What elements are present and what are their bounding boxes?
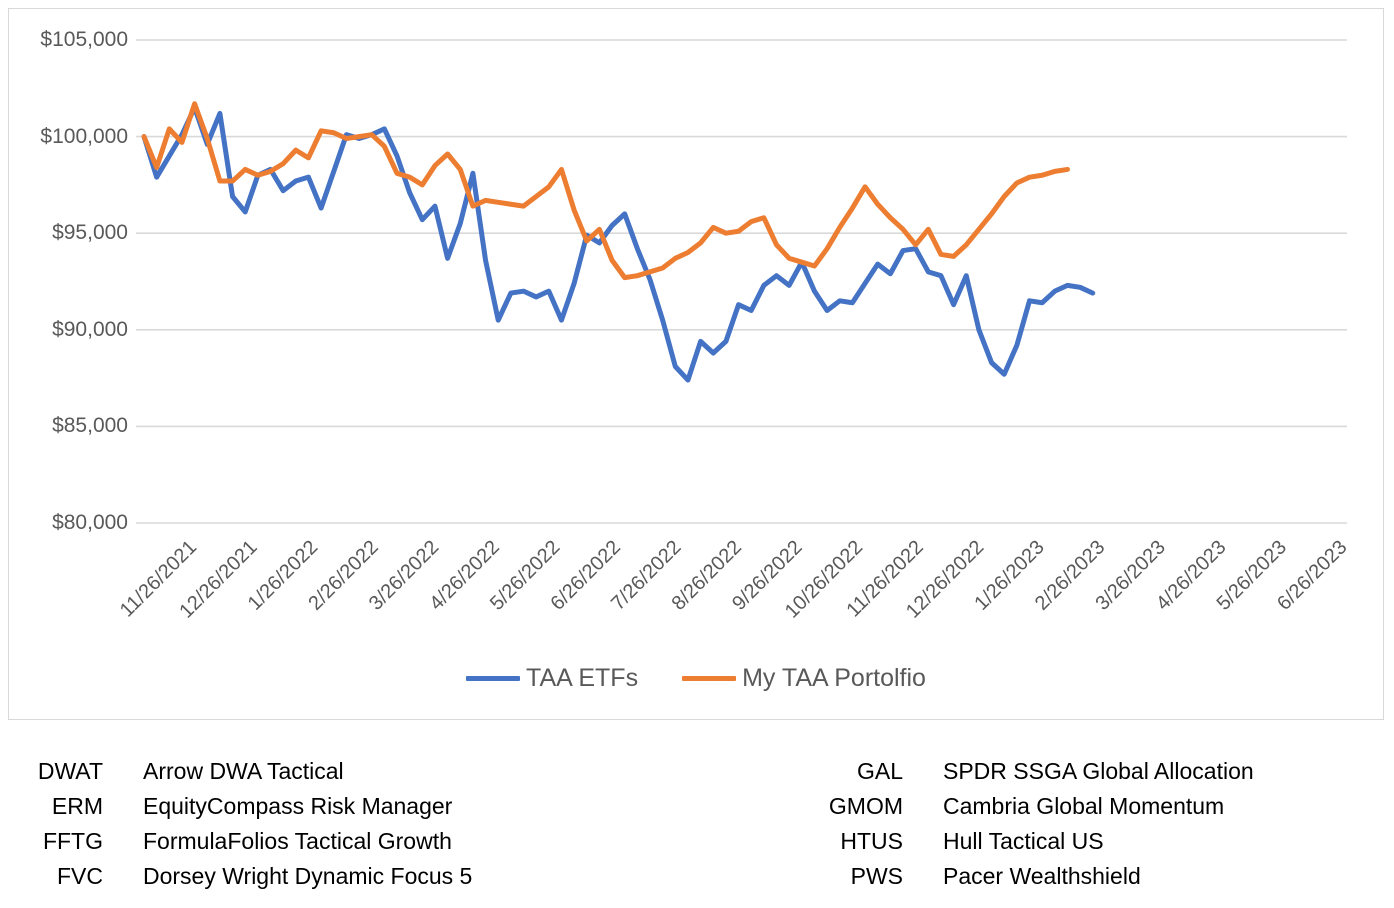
legend-label: TAA ETFs <box>526 664 638 693</box>
y-axis: $105,000 $100,000 $95,000 $90,000 $85,000 $80… <box>9 9 128 719</box>
ticker-row: GALSPDR SSGA Global Allocation <box>800 758 1394 793</box>
ticker-name: Pacer Wealthshield <box>903 863 1141 890</box>
chart-legend: TAA ETFs My TAA Portolfio <box>9 664 1383 693</box>
ticker-symbol: GMOM <box>800 793 903 820</box>
ticker-column-right: GALSPDR SSGA Global AllocationGMOMCambri… <box>760 758 1394 898</box>
ticker-symbol: GAL <box>800 758 903 785</box>
ticker-symbol: HTUS <box>800 828 903 855</box>
ticker-row: HTUSHull Tactical US <box>800 828 1394 863</box>
legend-swatch-icon <box>682 676 736 681</box>
legend-entry-taa-etfs[interactable]: TAA ETFs <box>466 664 638 693</box>
line-chart-svg <box>9 9 1383 719</box>
y-tick-label: $80,000 <box>52 512 128 533</box>
y-tick-label: $95,000 <box>52 222 128 243</box>
ticker-symbol: DWAT <box>0 758 103 785</box>
ticker-symbol: PWS <box>800 863 903 890</box>
ticker-name: FormulaFolios Tactical Growth <box>103 828 452 855</box>
ticker-symbol: FVC <box>0 863 103 890</box>
series-lines <box>144 104 1093 380</box>
ticker-name: Cambria Global Momentum <box>903 793 1224 820</box>
ticker-symbol: ERM <box>0 793 103 820</box>
ticker-name: EquityCompass Risk Manager <box>103 793 452 820</box>
ticker-column-left: DWATArrow DWA TacticalERMEquityCompass R… <box>0 758 760 898</box>
legend-label: My TAA Portolfio <box>742 664 926 693</box>
gridlines <box>136 40 1347 523</box>
ticker-row: DWATArrow DWA Tactical <box>0 758 760 793</box>
ticker-name: Dorsey Wright Dynamic Focus 5 <box>103 863 472 890</box>
series-line-taa-etfs <box>144 108 1093 380</box>
ticker-row: FVCDorsey Wright Dynamic Focus 5 <box>0 863 760 898</box>
ticker-name: Arrow DWA Tactical <box>103 758 344 785</box>
ticker-row: GMOMCambria Global Momentum <box>800 793 1394 828</box>
ticker-row: ERMEquityCompass Risk Manager <box>0 793 760 828</box>
chart-frame: $105,000 $100,000 $95,000 $90,000 $85,000 $80… <box>8 8 1384 720</box>
legend-entry-my-taa-portfolio[interactable]: My TAA Portolfio <box>682 664 926 693</box>
y-tick-label: $85,000 <box>52 415 128 436</box>
ticker-row: PWSPacer Wealthshield <box>800 863 1394 898</box>
plot-area: $105,000 $100,000 $95,000 $90,000 $85,000 $80… <box>9 9 1383 719</box>
y-tick-label: $105,000 <box>40 29 128 50</box>
ticker-row: FFTGFormulaFolios Tactical Growth <box>0 828 760 863</box>
legend-swatch-icon <box>466 676 520 681</box>
ticker-name: SPDR SSGA Global Allocation <box>903 758 1254 785</box>
y-tick-label: $90,000 <box>52 319 128 340</box>
y-tick-label: $100,000 <box>40 126 128 147</box>
ticker-name: Hull Tactical US <box>903 828 1104 855</box>
ticker-symbol: FFTG <box>0 828 103 855</box>
ticker-legend-table: DWATArrow DWA TacticalERMEquityCompass R… <box>0 758 1394 898</box>
